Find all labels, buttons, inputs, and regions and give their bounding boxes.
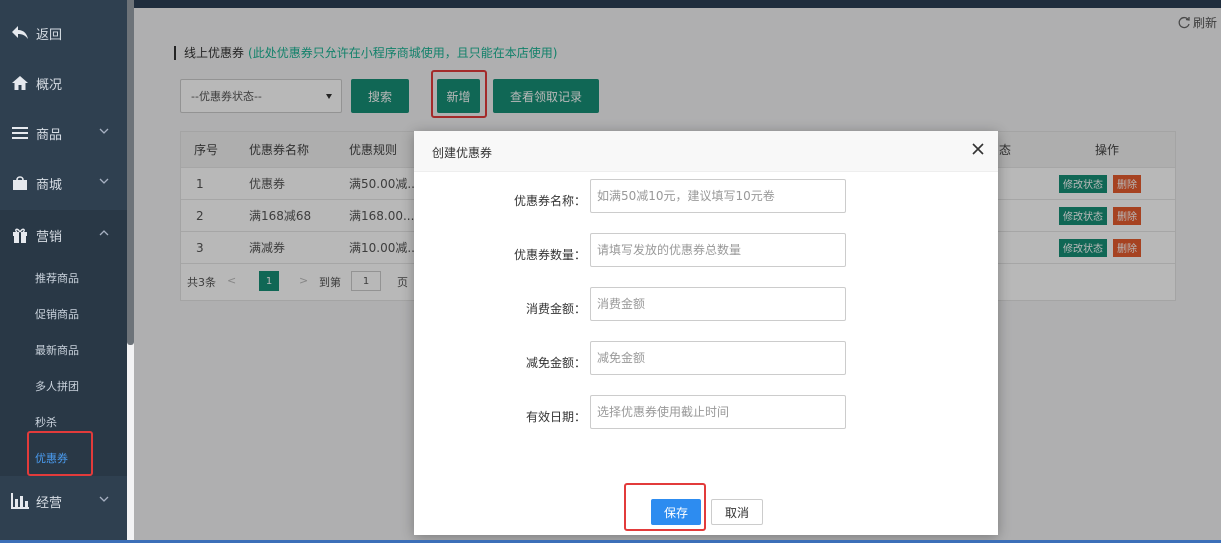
highlight-coupon-menu <box>27 431 93 476</box>
sub-item-promotion[interactable]: 促销商品 <box>35 306 79 322</box>
sidebar-item-mall[interactable]: 商城 <box>0 158 127 208</box>
sub-item-recommended[interactable]: 推荐商品 <box>35 270 79 286</box>
back-arrow-icon <box>10 23 30 43</box>
sidebar-item-label: 经营 <box>36 495 63 511</box>
sidebar-item-operation[interactable]: 经营 <box>0 476 127 526</box>
top-bar <box>134 0 1221 8</box>
chevron-down-icon <box>99 496 109 502</box>
cancel-button[interactable]: 取消 <box>711 499 763 525</box>
modal-title: 创建优惠券 <box>432 146 493 160</box>
chevron-up-icon <box>99 230 109 236</box>
sub-item-group-buy[interactable]: 多人拼团 <box>35 378 79 394</box>
discount-amount-input[interactable] <box>590 341 846 375</box>
sidebar-item-label: 返回 <box>36 27 63 43</box>
sidebar-item-overview[interactable]: 概况 <box>0 58 127 108</box>
coupon-quantity-label: 优惠券数量： <box>513 248 586 262</box>
valid-date-label: 有效日期： <box>525 410 586 424</box>
list-icon <box>10 123 30 143</box>
discount-amount-label: 减免金额： <box>525 356 586 370</box>
sidebar-item-back[interactable]: 返回 <box>0 8 127 58</box>
modal-header: 创建优惠券 <box>414 131 998 172</box>
create-coupon-modal: 创建优惠券 优惠券名称： 优惠券数量： 消费金额： 减免金额： 有效日期： 保存… <box>414 131 998 535</box>
chevron-down-icon <box>99 128 109 134</box>
sidebar-item-label: 营销 <box>36 229 63 245</box>
sidebar-scrollbar[interactable] <box>127 0 134 345</box>
sidebar-item-label: 商品 <box>36 127 63 143</box>
shop-icon <box>10 173 30 193</box>
sidebar-item-label: 商城 <box>36 177 63 193</box>
bar-chart-icon <box>10 491 30 511</box>
spend-amount-input[interactable] <box>590 287 846 321</box>
coupon-name-input[interactable] <box>590 179 846 213</box>
sidebar-item-label: 概况 <box>36 77 63 93</box>
sidebar-item-marketing[interactable]: 营销 <box>0 210 127 260</box>
highlight-save-button <box>624 483 706 531</box>
valid-date-input[interactable] <box>590 395 846 429</box>
spend-amount-label: 消费金额： <box>525 302 586 316</box>
sub-item-flash-sale[interactable]: 秒杀 <box>35 414 57 430</box>
home-icon <box>10 73 30 93</box>
chevron-down-icon <box>99 178 109 184</box>
coupon-quantity-input[interactable] <box>590 233 846 267</box>
coupon-name-label: 优惠券名称： <box>513 194 586 208</box>
sub-item-new[interactable]: 最新商品 <box>35 342 79 358</box>
gift-icon <box>10 225 30 245</box>
sidebar-item-goods[interactable]: 商品 <box>0 108 127 158</box>
close-icon[interactable] <box>970 141 986 157</box>
